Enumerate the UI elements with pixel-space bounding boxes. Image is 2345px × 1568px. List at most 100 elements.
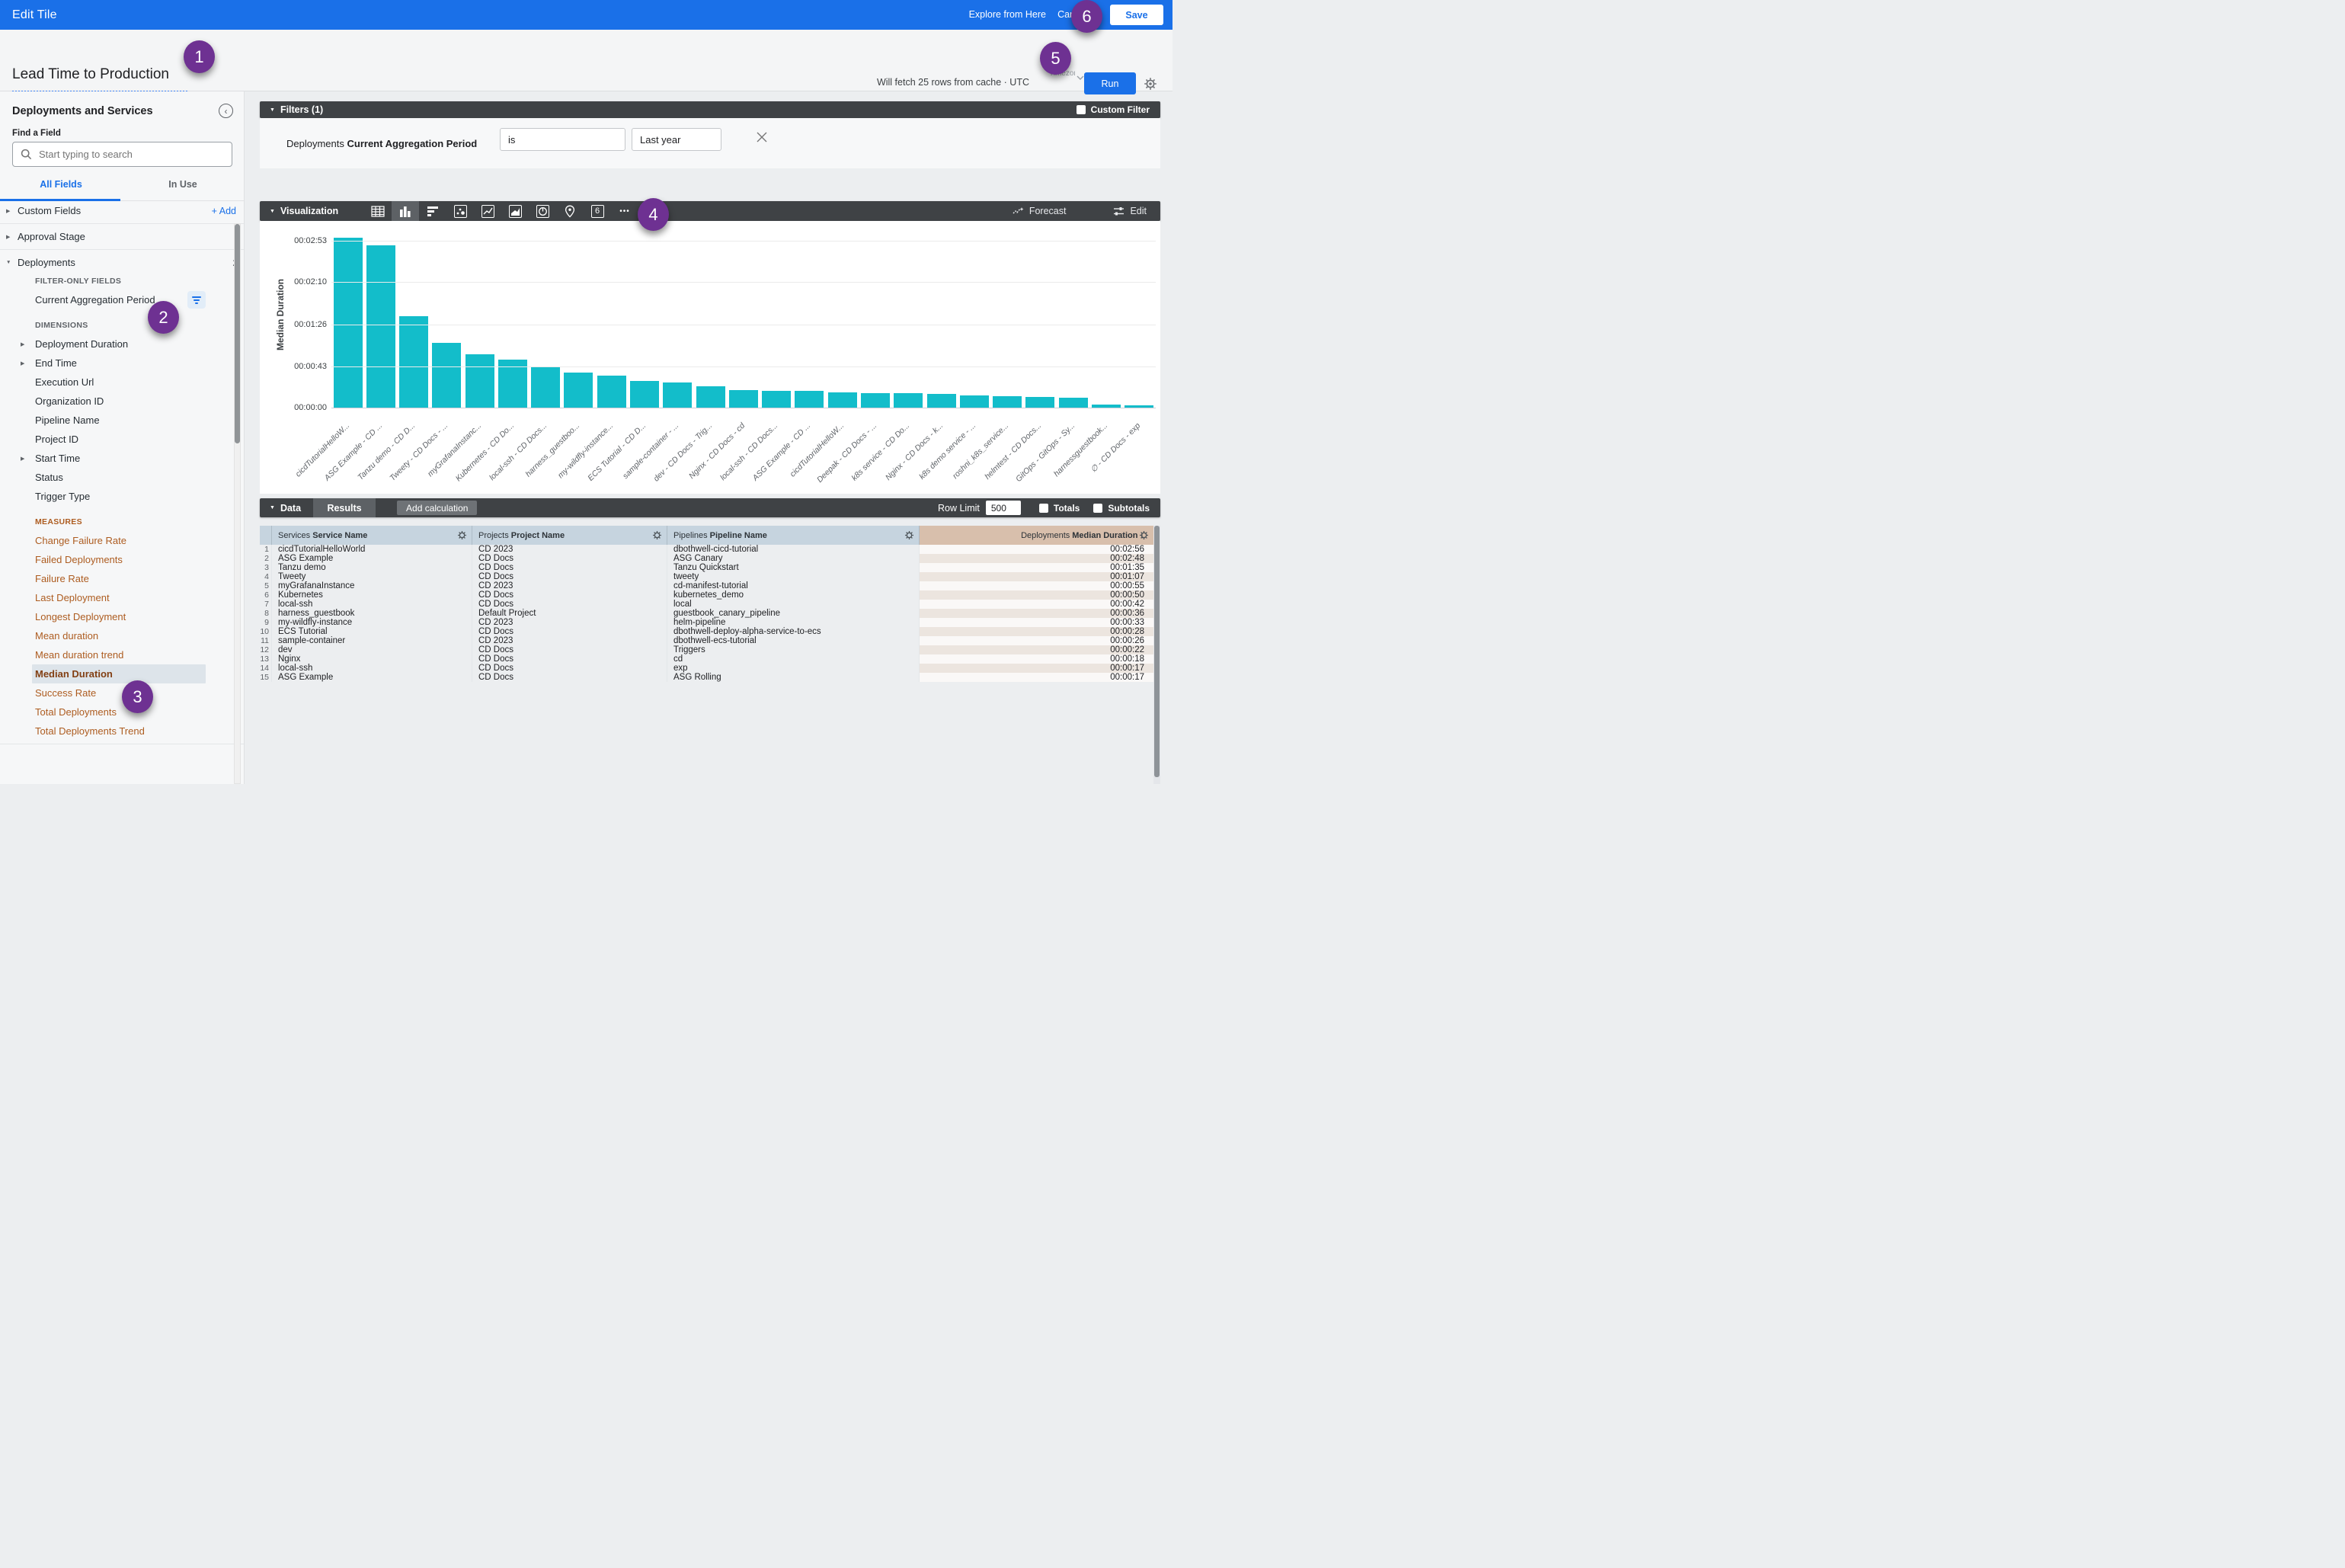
bar-23[interactable] [1059,398,1088,408]
column-header-service-name[interactable]: ServicesService Name [272,526,472,545]
sidebar-field-total-deployments-trend[interactable]: Total Deployments Trend [0,722,244,741]
collapse-sidebar-icon[interactable]: ‹ [219,104,233,118]
tab-in-use[interactable]: In Use [122,179,244,200]
expand-arrow-icon[interactable]: ▶ [21,341,28,347]
sidebar-field-trigger-type[interactable]: Trigger Type [0,487,244,506]
visualization-section-bar[interactable]: ▼ Visualization 6••• Forecast Edit [260,201,1160,221]
run-button[interactable]: Run [1084,72,1136,94]
tab-all-fields[interactable]: All Fields [0,179,122,200]
sidebar-field-status[interactable]: Status [0,468,244,487]
edit-viz-button[interactable]: Edit [1113,206,1147,216]
bar-13[interactable] [729,390,758,408]
sidebar-group-approval-stage[interactable]: ▶ Approval Stage [0,227,244,246]
bar-16[interactable] [828,392,857,408]
forecast-button[interactable]: Forecast [1013,206,1067,216]
table-row[interactable]: 13NginxCD Docscd00:00:18 [260,654,1153,664]
bar-18[interactable] [894,393,923,408]
pie-chart-icon[interactable] [529,201,556,221]
column-header-pipeline-name[interactable]: PipelinesPipeline Name [667,526,920,545]
table-row[interactable]: 5myGrafanaInstanceCD 2023cd-manifest-tut… [260,581,1153,590]
table-row[interactable]: 9my-wildfly-instanceCD 2023helm-pipeline… [260,618,1153,627]
section-collapse-icon[interactable]: ▼ [270,107,275,113]
bar-5[interactable] [465,354,494,408]
scatter-icon[interactable] [446,201,474,221]
filter-active-icon[interactable] [187,291,206,309]
sidebar-field-change-failure-rate[interactable]: Change Failure Rate [0,531,244,550]
bar-14[interactable] [762,391,791,408]
bar-17[interactable] [861,393,890,408]
table-row[interactable]: 1cicdTutorialHelloWorldCD 2023dbothwell-… [260,545,1153,554]
column-gear-icon[interactable] [1139,530,1149,540]
single-value-icon[interactable]: 6 [584,201,611,221]
column-chart-icon[interactable] [392,201,419,221]
field-search-box[interactable] [12,142,232,167]
table-row[interactable]: 10ECS TutorialCD Docsdbothwell-deploy-al… [260,627,1153,636]
results-tab[interactable]: Results [313,498,376,517]
bar-22[interactable] [1025,397,1054,408]
data-section-bar[interactable]: ▼ Data Results Add calculation Row Limit… [260,498,1160,517]
totals-checkbox[interactable] [1039,504,1048,513]
bar-chart-icon[interactable] [419,201,446,221]
bar-1[interactable] [334,238,363,408]
column-gear-icon[interactable] [652,530,662,540]
filter-value-input[interactable] [632,128,721,151]
sidebar-field-end-time[interactable]: ▶End Time [0,354,244,373]
sidebar-field-pipeline-name[interactable]: Pipeline Name [0,411,244,430]
bar-9[interactable] [597,376,626,408]
table-row[interactable]: 7local-sshCD Docslocal00:00:42 [260,600,1153,609]
totals-toggle[interactable]: Totals [1039,503,1080,514]
table-row[interactable]: 15ASG ExampleCD DocsASG Rolling00:00:17 [260,673,1153,682]
gear-icon[interactable] [1144,77,1157,91]
subtotals-toggle[interactable]: Subtotals [1093,503,1150,514]
table-row[interactable]: 3Tanzu demoCD DocsTanzu Quickstart00:01:… [260,563,1153,572]
expand-arrow-icon[interactable]: ▶ [6,208,14,214]
table-row[interactable]: 12devCD DocsTriggers00:00:22 [260,645,1153,654]
table-row[interactable]: 11sample-containerCD 2023dbothwell-ecs-t… [260,636,1153,645]
sidebar-field-mean-duration-trend[interactable]: Mean duration trend [0,645,244,664]
table-row[interactable]: 6KubernetesCD Docskubernetes_demo00:00:5… [260,590,1153,600]
sidebar-field-deployment-duration[interactable]: ▶Deployment Duration [0,334,244,354]
explore-from-here-link[interactable]: Explore from Here [969,9,1046,20]
tile-title[interactable]: Lead Time to Production [12,66,169,83]
sidebar-field-project-id[interactable]: Project ID [0,430,244,449]
custom-filter-checkbox[interactable] [1077,105,1086,114]
bar-19[interactable] [927,394,956,408]
sidebar-field-organization-id[interactable]: Organization ID [0,392,244,411]
add-calculation-button[interactable]: Add calculation [397,501,477,515]
bar-12[interactable] [696,386,725,408]
sidebar-field-execution-url[interactable]: Execution Url [0,373,244,392]
bar-20[interactable] [960,395,989,408]
bar-8[interactable] [564,373,593,408]
more-icon[interactable]: ••• [611,201,638,221]
expand-arrow-icon[interactable]: ▶ [21,456,28,462]
area-chart-icon[interactable] [501,201,529,221]
sidebar-field-start-time[interactable]: ▶Start Time [0,449,244,468]
table-row[interactable]: 8harness_guestbookDefault Projectguestbo… [260,609,1153,618]
sidebar-field-longest-deployment[interactable]: Longest Deployment [0,607,244,626]
bar-15[interactable] [795,391,824,408]
search-input[interactable] [39,149,214,160]
sidebar-field-mean-duration[interactable]: Mean duration [0,626,244,645]
filter-operator-input[interactable] [500,128,625,151]
sidebar-field-failed-deployments[interactable]: Failed Deployments [0,550,244,569]
expand-arrow-icon[interactable]: ▶ [21,360,28,366]
bar-11[interactable] [663,382,692,408]
bar-2[interactable] [366,245,395,408]
row-limit-input[interactable] [986,501,1021,515]
line-chart-icon[interactable] [474,201,501,221]
custom-filter-toggle[interactable]: Custom Filter [1077,104,1150,115]
table-icon[interactable] [364,201,392,221]
save-button[interactable]: Save [1110,5,1163,25]
table-row[interactable]: 2ASG ExampleCD DocsASG Canary00:02:48 [260,554,1153,563]
column-header-median-duration[interactable]: DeploymentsMedian Duration ↓ [920,526,1153,545]
add-custom-field-button[interactable]: + Add [212,206,236,216]
sidebar-field-median-duration[interactable]: Median Duration [0,664,244,683]
sidebar-field-failure-rate[interactable]: Failure Rate [0,569,244,588]
bar-3[interactable] [399,316,428,408]
table-row[interactable]: 14local-sshCD Docsexp00:00:17 [260,664,1153,673]
expand-arrow-icon[interactable]: ▶ [6,234,14,240]
subtotals-checkbox[interactable] [1093,504,1102,513]
section-collapse-icon[interactable]: ▼ [270,505,275,510]
sidebar-scrollbar[interactable] [234,223,241,784]
sidebar-group-custom-fields[interactable]: ▶ Custom Fields + Add [0,201,244,220]
